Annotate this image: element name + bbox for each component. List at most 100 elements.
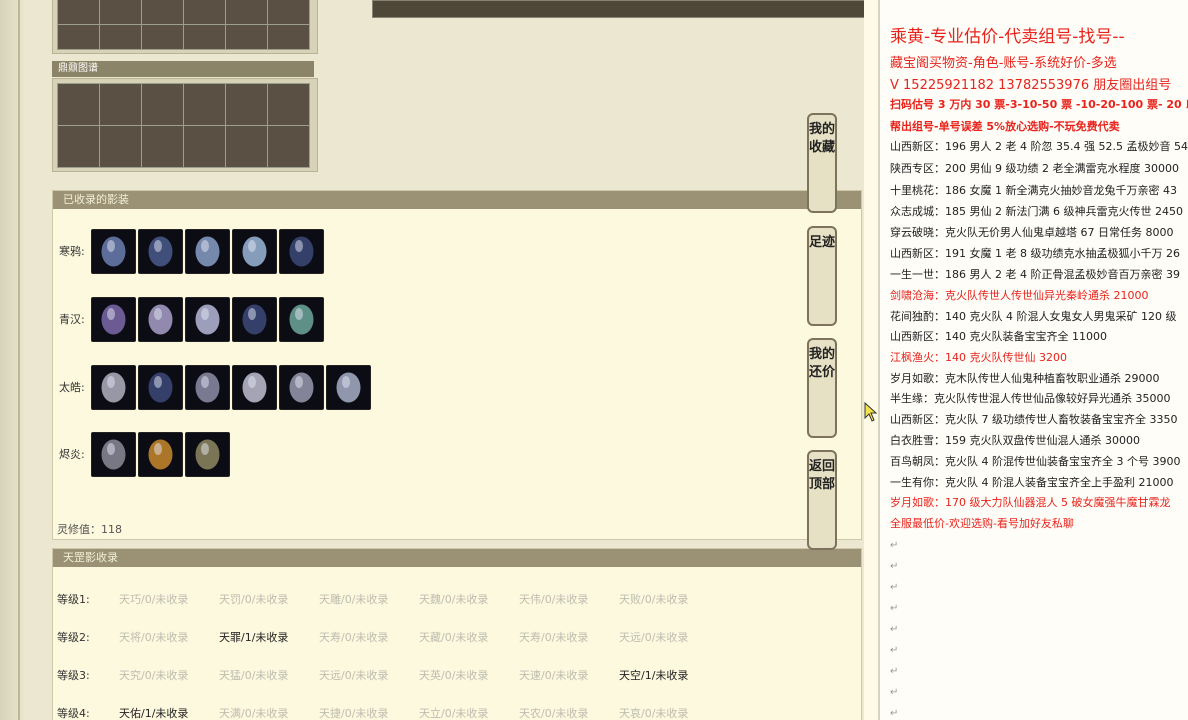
- level-row: 等级3: 天究/0/未收录 天猛/0/未收录 天远/0/未收录 天英/0/未收录 天速/0…: [57, 667, 857, 682]
- inventory-slot[interactable]: [184, 0, 225, 24]
- tiger-icon[interactable]: [91, 229, 136, 274]
- inventory-slot[interactable]: [226, 84, 267, 125]
- level-entry: 天农/0/未收录: [519, 707, 589, 720]
- robe-icon[interactable]: [232, 297, 277, 342]
- inventory-slot[interactable]: [226, 25, 267, 49]
- level-entry: 天罪/1/未收录: [219, 631, 289, 644]
- inventory-slot[interactable]: [100, 84, 141, 125]
- grid-section-label: 鼎鼐图谱: [52, 61, 314, 77]
- inventory-slot[interactable]: [142, 84, 183, 125]
- level-entry: 天立/0/未收录: [419, 707, 489, 720]
- empty-paragraph-mark: ↵: [890, 645, 899, 656]
- inventory-slot[interactable]: [268, 0, 309, 24]
- inventory-slot[interactable]: [142, 25, 183, 49]
- spear-icon[interactable]: [91, 432, 136, 477]
- game-window: 鼎鼐图谱 已收录的影装 寒鸦: 青汉: 太皓: 烬炎: 灵修值：118 天罡影收录 等…: [24, 0, 864, 720]
- collected-panel-title: 已收录的影装: [53, 191, 861, 209]
- level-label: 等级4:: [57, 707, 90, 720]
- collected-panel: 已收录的影装 寒鸦: 青汉: 太皓: 烬炎: 灵修值：118: [52, 190, 862, 540]
- tab-footprint[interactable]: 足迹: [807, 226, 837, 326]
- empty-paragraph-mark: ↵: [890, 624, 899, 635]
- inventory-slot[interactable]: [268, 126, 309, 167]
- inventory-slot[interactable]: [100, 25, 141, 49]
- level-entry: 天英/0/未收录: [419, 669, 489, 682]
- inventory-slot[interactable]: [226, 0, 267, 24]
- note-line: 百鸟朝凤：克火队 4 阶混传世仙装备宝宝齐全 3 个号 3900: [890, 455, 1181, 468]
- level-entry: 天巧/0/未收录: [119, 593, 189, 606]
- armor-icon[interactable]: [138, 229, 183, 274]
- bracelet-icon[interactable]: [185, 297, 230, 342]
- level-entry: 天魏/0/未收录: [419, 593, 489, 606]
- necklace-icon[interactable]: [185, 365, 230, 410]
- note-line: 山西新区：140 克火队装备宝宝齐全 11000: [890, 330, 1107, 343]
- level-entry: 天藏/0/未收录: [419, 631, 489, 644]
- inventory-slot[interactable]: [184, 25, 225, 49]
- ring-icon[interactable]: [232, 229, 277, 274]
- note-line: 全服最低价-欢迎选购-看号加好友私聊: [890, 517, 1074, 530]
- inventory-slot[interactable]: [58, 0, 99, 24]
- level-entry: 天猛/0/未收录: [219, 669, 289, 682]
- level-entry: 天速/0/未收录: [519, 669, 589, 682]
- middle-grid: [57, 83, 310, 168]
- collection-row-label: 青汉:: [59, 313, 85, 326]
- note-line: 山西新区：191 女魔 1 老 8 级功绩克水抽孟极狐小千万 26: [890, 247, 1180, 260]
- note-line: 扫码估号 3 万内 30 票-3-10-50 票 -10-20-100 票- 2…: [890, 98, 1188, 111]
- top-inventory-strip: [372, 0, 864, 18]
- horn-icon[interactable]: [279, 365, 324, 410]
- inventory-slot[interactable]: [100, 0, 141, 24]
- inventory-slot[interactable]: [58, 84, 99, 125]
- spirit-value: 灵修值：118: [57, 523, 122, 536]
- inventory-slot[interactable]: [268, 84, 309, 125]
- seller-notes-pane: 乘黄-专业估价-代卖组号-找号-- 藏宝阁买物资-角色-账号-系统好价-多选 V 1…: [878, 0, 1188, 720]
- note-line: 一生有你：克火队 4 阶混人装备宝宝齐全上手盈利 21000: [890, 476, 1174, 489]
- tianhuang-panel-title: 天罡影收录: [53, 549, 861, 567]
- note-line: 山西新区：196 男人 2 老 4 阶忽 35.4 强 52.5 孟极妙音 54…: [890, 140, 1188, 153]
- inventory-slot[interactable]: [184, 126, 225, 167]
- inventory-slot[interactable]: [100, 126, 141, 167]
- robe-icon[interactable]: [279, 229, 324, 274]
- tab-back-to-top[interactable]: 返回顶部: [807, 450, 837, 550]
- level-entry: 天佑/1/未收录: [119, 707, 189, 720]
- cape-icon[interactable]: [91, 297, 136, 342]
- empty-paragraph-mark: ↵: [890, 687, 899, 698]
- gem-icon[interactable]: [326, 365, 371, 410]
- level-label: 等级2:: [57, 631, 90, 644]
- feather-icon[interactable]: [91, 365, 136, 410]
- level-entry: 天满/0/未收录: [219, 707, 289, 720]
- level-label: 等级1:: [57, 593, 90, 606]
- pendant-icon[interactable]: [185, 432, 230, 477]
- inventory-slot[interactable]: [184, 84, 225, 125]
- level-entry: 天伟/0/未收录: [519, 593, 589, 606]
- gold-ring-icon[interactable]: [138, 432, 183, 477]
- note-line: 穿云破晓：克火队无价男人仙鬼卓越塔 67 日常任务 8000: [890, 226, 1174, 239]
- collection-row-label: 太皓:: [59, 381, 85, 394]
- note-line: 帮出组号-单号误差 5%放心选购-不玩免费代卖: [890, 120, 1120, 133]
- collar-icon[interactable]: [138, 297, 183, 342]
- top-grid-box: [52, 0, 318, 54]
- blade-icon[interactable]: [185, 229, 230, 274]
- level-entry: 天将/0/未收录: [119, 631, 189, 644]
- level-row: 等级1: 天巧/0/未收录 天罚/0/未收录 天雕/0/未收录 天魏/0/未收录 天伟/0…: [57, 591, 857, 606]
- note-line: 山西新区：克火队 7 级功绩传世人畜牧装备宝宝齐全 3350: [890, 413, 1178, 426]
- inventory-slot[interactable]: [142, 126, 183, 167]
- note-line: 一生一世：186 男人 2 老 4 阶正骨混孟极妙音百万亲密 39: [890, 268, 1180, 281]
- level-entry: 天寿/0/未收录: [519, 631, 589, 644]
- note-line: 岁月如歌：克木队传世人仙鬼种植畜牧职业通杀 29000: [890, 372, 1160, 385]
- mouse-cursor-icon: [864, 401, 878, 426]
- inventory-slot[interactable]: [226, 126, 267, 167]
- robe-icon[interactable]: [138, 365, 183, 410]
- inventory-slot[interactable]: [58, 126, 99, 167]
- level-entry: 天究/0/未收录: [119, 669, 189, 682]
- inventory-slot[interactable]: [58, 25, 99, 49]
- inventory-slot[interactable]: [268, 25, 309, 49]
- tab-label: 足迹: [809, 235, 836, 250]
- tab-my-counteroffer[interactable]: 我的还价: [807, 338, 837, 438]
- tab-my-favorites[interactable]: 我的收藏: [807, 113, 837, 213]
- empty-paragraph-mark: ↵: [890, 582, 899, 593]
- staff-icon[interactable]: [279, 297, 324, 342]
- inventory-slot[interactable]: [142, 0, 183, 24]
- fan-icon[interactable]: [232, 365, 277, 410]
- level-label: 等级3:: [57, 669, 90, 682]
- tab-label: 我的收藏: [809, 122, 836, 155]
- level-entry: 天捷/0/未收录: [319, 707, 389, 720]
